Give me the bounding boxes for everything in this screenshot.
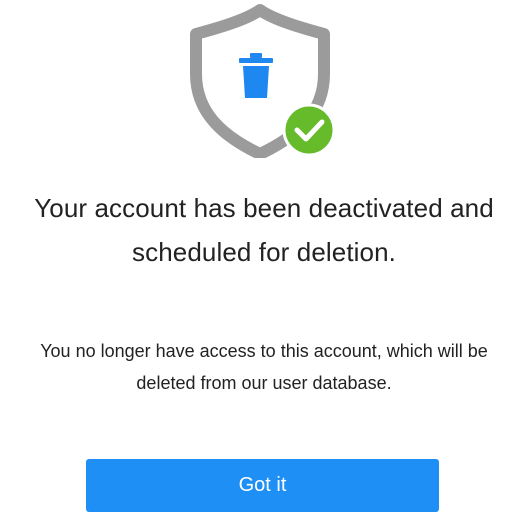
got-it-button[interactable]: Got it: [86, 459, 439, 512]
dialog-message: You no longer have access to this accoun…: [0, 335, 528, 399]
dialog-title-line-1: Your account has been deactivated and: [34, 193, 494, 223]
dialog-message-line-1: You no longer have access to this accoun…: [40, 341, 488, 361]
dialog-message-line-2: deleted from our user database.: [136, 373, 392, 393]
checkmark-icon: [282, 103, 336, 157]
account-deleted-illustration: [188, 4, 338, 158]
dialog-title: Your account has been deactivated and sc…: [0, 186, 528, 274]
dialog-title-line-2: scheduled for deletion.: [132, 237, 396, 267]
shield-icon: [190, 4, 336, 158]
